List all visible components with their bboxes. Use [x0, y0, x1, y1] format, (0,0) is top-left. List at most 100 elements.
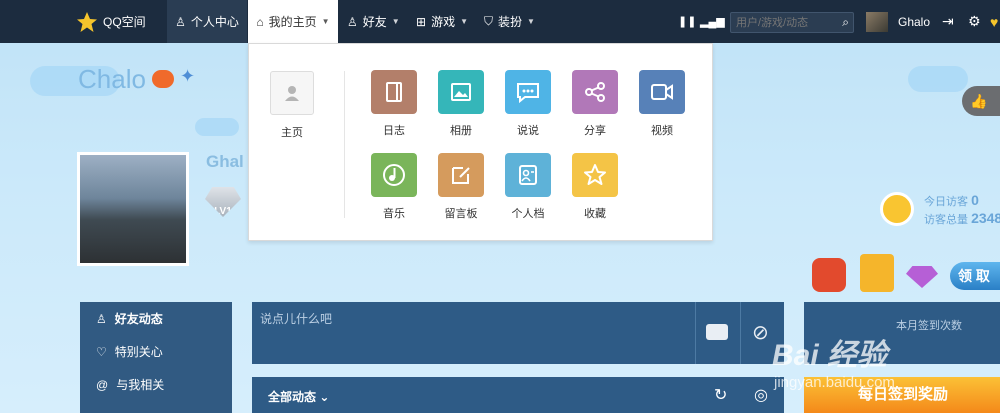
- today-visitors-value: 0: [971, 192, 979, 208]
- logout-icon[interactable]: ⇥: [942, 0, 954, 43]
- home-label[interactable]: 主页: [270, 124, 314, 140]
- app-label: 个人档: [511, 208, 545, 220]
- photo-icon: [438, 70, 484, 114]
- feed-filter-label: 全部动态: [268, 390, 317, 404]
- caret-down-icon: ▼: [391, 17, 400, 26]
- watermark: Bai 经验 jingyan.baidu.com: [772, 330, 1000, 413]
- divider: [695, 302, 696, 364]
- nav-label: 我的主页: [268, 15, 317, 29]
- profile-name: Chalo: [78, 64, 146, 94]
- nav-personal-center[interactable]: ♙ 个人中心: [167, 0, 247, 43]
- app-shuoshuo[interactable]: 说说: [505, 70, 551, 138]
- nav-dressup[interactable]: ⛉ 装扮 ▼: [484, 0, 535, 43]
- heart-icon[interactable]: ♥: [990, 0, 998, 43]
- app-label: 视频: [651, 125, 673, 137]
- feed-filter-dropdown[interactable]: 全部动态 ⌄: [268, 388, 329, 405]
- app-album[interactable]: 相册: [438, 70, 484, 138]
- app-video[interactable]: 视频: [639, 70, 685, 138]
- video-icon: [639, 70, 685, 114]
- divider: [344, 71, 345, 218]
- blog-icon: [371, 70, 417, 114]
- nav-label: 游戏: [431, 15, 456, 29]
- search-box[interactable]: ⌕: [730, 12, 854, 33]
- menu-item-special-care[interactable]: ♡ 特别关心: [80, 335, 232, 368]
- shirt-icon: ⛉: [484, 14, 494, 28]
- home-tile[interactable]: [270, 71, 314, 115]
- caret-down-icon: ▼: [527, 17, 535, 26]
- feed-filter-bar: 全部动态 ⌄ ↻ ◎: [252, 377, 784, 413]
- receive-button[interactable]: 领 取: [950, 262, 1000, 290]
- cloud-decoration: [195, 118, 239, 136]
- homepage-dropdown-menu: 主页 日志 相册 说说 分享 视频 音乐 留言板 个人档 收藏: [248, 43, 713, 241]
- music-icon: [371, 153, 417, 197]
- friends-icon: ♙: [347, 14, 358, 29]
- gear-icon[interactable]: ⚙: [968, 0, 981, 43]
- menu-item-related-to-me[interactable]: @ 与我相关: [80, 368, 232, 401]
- nav-my-homepage[interactable]: ⌂ 我的主页 ▼: [248, 0, 338, 43]
- app-label: 说说: [517, 125, 539, 137]
- chevron-down-icon: ⌄: [319, 390, 330, 404]
- app-label: 相册: [450, 125, 472, 137]
- caret-down-icon: ▼: [321, 17, 330, 26]
- app-share[interactable]: 分享: [572, 70, 618, 138]
- star-logo-icon: [76, 11, 98, 33]
- profile-photo[interactable]: [77, 152, 189, 266]
- signal-bars-icon[interactable]: ▂▄▆: [700, 0, 725, 43]
- grid-icon: ⊞: [416, 14, 427, 29]
- person-icon: ♙: [96, 311, 107, 326]
- caret-down-icon: ▼: [460, 17, 468, 26]
- gift-bag-icon: [812, 258, 846, 292]
- app-music[interactable]: 音乐: [371, 153, 417, 221]
- share-icon: [572, 70, 618, 114]
- app-label: 日志: [383, 125, 405, 137]
- watermark-brand: Bai 经验: [772, 339, 888, 372]
- chat-bubble-icon: [505, 70, 551, 114]
- attachment-icon[interactable]: ⊘: [752, 320, 769, 345]
- visitor-stats: 今日访客 0 访客总量 2348: [880, 186, 1000, 228]
- level-badge: LV1: [205, 187, 241, 217]
- username[interactable]: Ghalo: [898, 0, 930, 43]
- app-guestbook[interactable]: 留言板: [438, 153, 484, 221]
- menu-item-label: 特别关心: [114, 345, 163, 359]
- logo[interactable]: QQ空间: [76, 0, 146, 43]
- refresh-icon[interactable]: ↻: [714, 385, 727, 405]
- divider: [740, 302, 741, 364]
- pause-icon[interactable]: ❚❚: [678, 0, 696, 43]
- search-icon[interactable]: ⌕: [842, 15, 849, 30]
- nav-games[interactable]: ⊞ 游戏 ▼: [416, 0, 468, 43]
- settings-icon[interactable]: ◎: [754, 385, 768, 405]
- camera-icon[interactable]: [706, 324, 728, 340]
- total-visitors-value: 2348: [971, 210, 1000, 226]
- star-icon: [572, 153, 618, 197]
- profile-card-icon: [505, 153, 551, 197]
- total-visitors-label: 访客总量: [924, 214, 968, 226]
- thumbs-up-icon: 👍: [970, 93, 988, 109]
- app-label: 音乐: [383, 208, 405, 220]
- profile-name-secondary: Ghal: [206, 152, 244, 171]
- app-profile[interactable]: 个人档: [505, 153, 551, 221]
- avatar[interactable]: [866, 12, 888, 32]
- like-button[interactable]: 👍: [962, 86, 1000, 116]
- home-icon: ⌂: [256, 14, 264, 29]
- gift-box-icon: [860, 254, 894, 292]
- edit-icon: [438, 153, 484, 197]
- diamond-icon: [906, 266, 938, 288]
- top-nav-bar: QQ空间 ♙ 个人中心 ⌂ 我的主页 ▼ ♙ 好友 ▼ ⊞ 游戏 ▼ ⛉ 装扮 …: [0, 0, 1000, 43]
- app-favorites[interactable]: 收藏: [572, 153, 618, 221]
- app-label: 收藏: [584, 208, 606, 220]
- wings-icon: ✦: [180, 66, 196, 86]
- person-icon: ♙: [175, 14, 186, 29]
- nav-friends[interactable]: ♙ 好友 ▼: [347, 0, 400, 43]
- cloud-decoration: [908, 66, 968, 92]
- search-input[interactable]: [731, 13, 831, 32]
- eye-icon: [880, 192, 914, 226]
- app-label: 留言板: [444, 208, 478, 220]
- post-placeholder[interactable]: 说点儿什么吧: [260, 310, 332, 327]
- menu-item-friend-feed[interactable]: ♙ 好友动态: [80, 302, 232, 335]
- watermark-url: jingyan.baidu.com: [774, 374, 895, 391]
- post-box[interactable]: 说点儿什么吧 ⊘: [252, 302, 784, 364]
- level-label: LV1: [214, 206, 232, 217]
- nav-label: 好友: [362, 15, 387, 29]
- user-silhouette-icon: [285, 86, 299, 101]
- app-blog[interactable]: 日志: [371, 70, 417, 138]
